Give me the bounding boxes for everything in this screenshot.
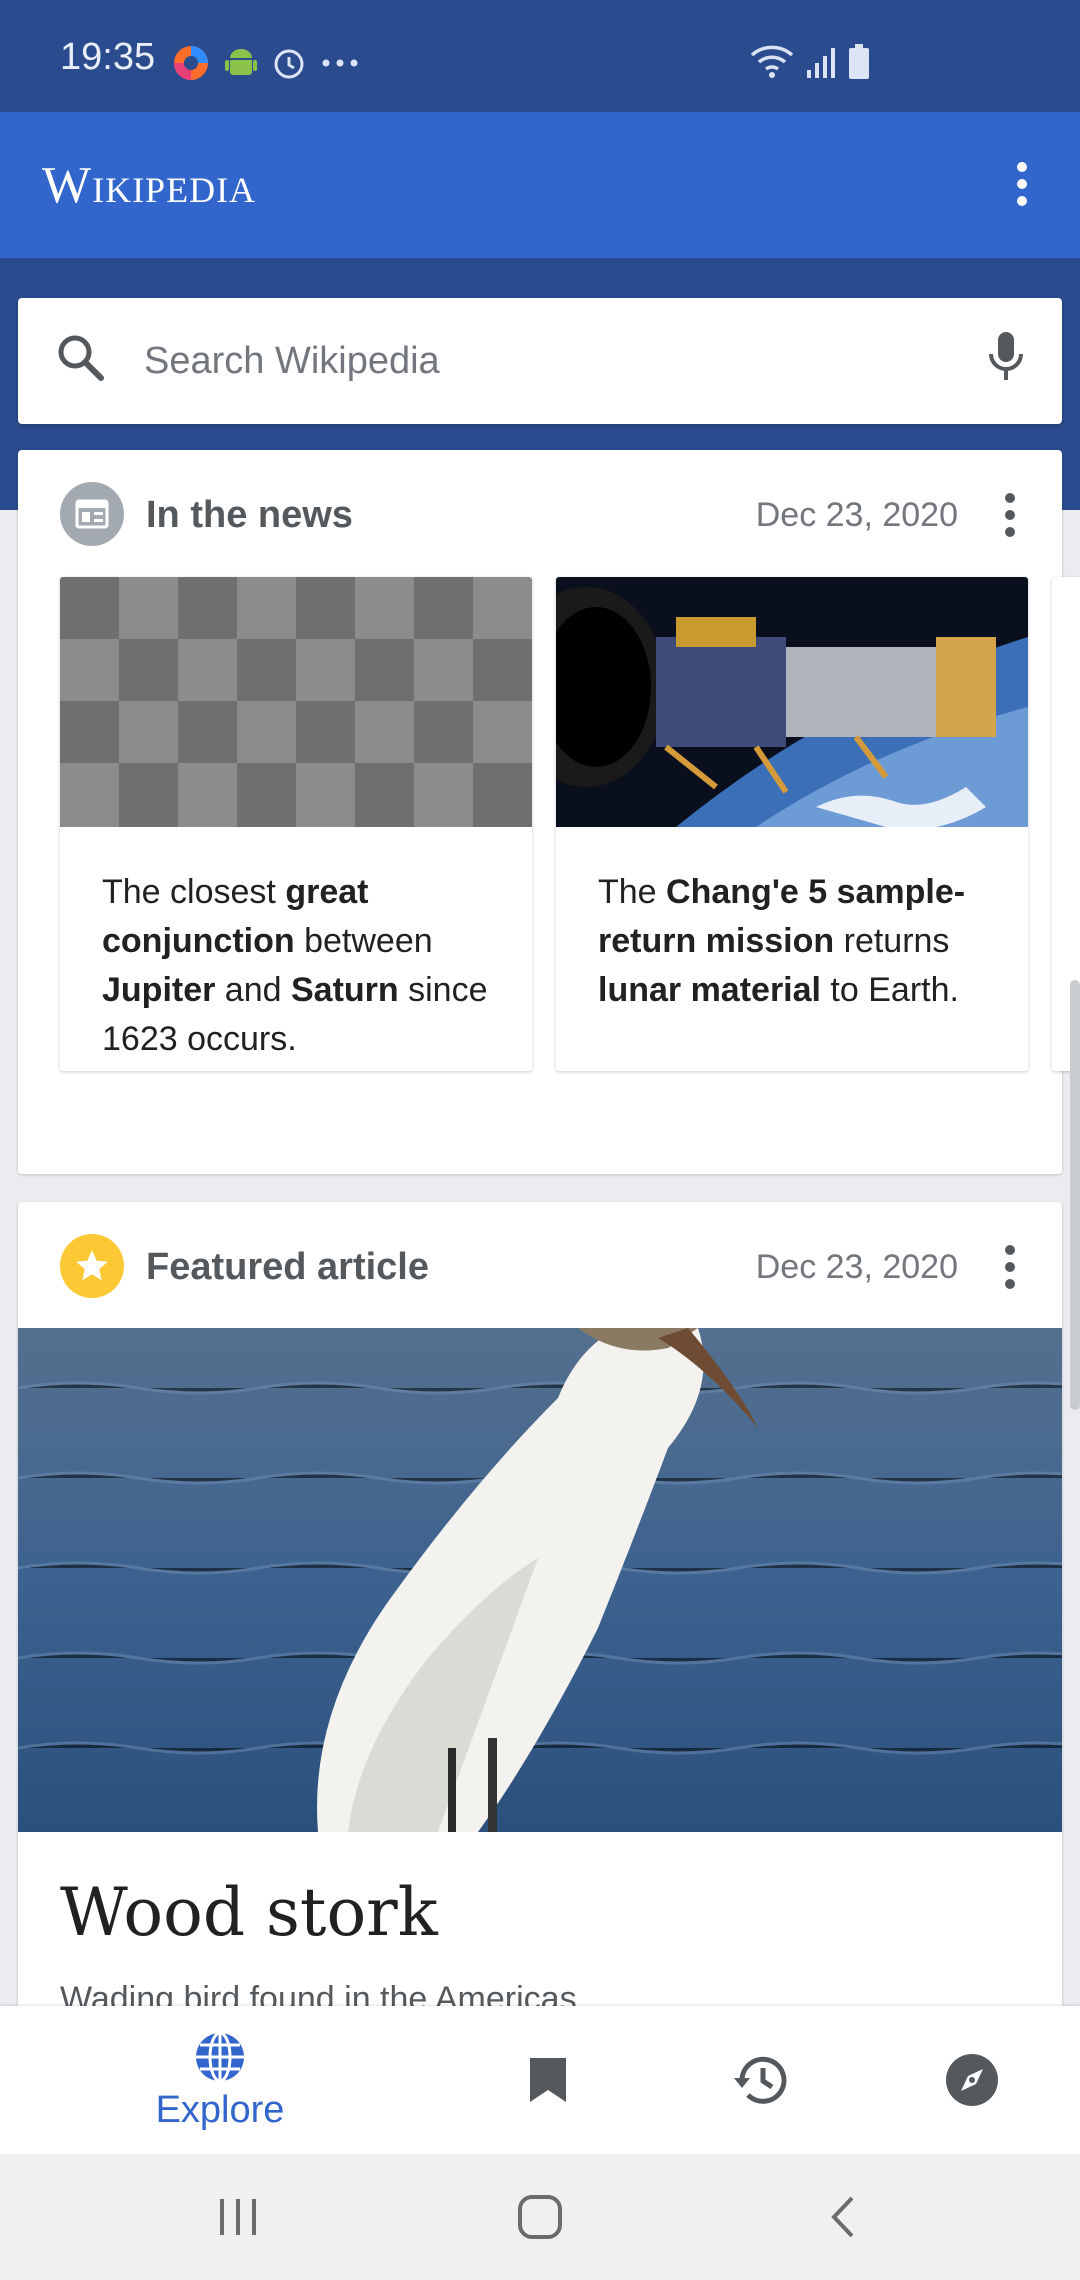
news-image-placeholder: [60, 577, 532, 827]
recent-apps-icon: [220, 2199, 256, 2235]
more-vert-icon: [1005, 493, 1015, 537]
news-link[interactable]: Jupiter: [102, 971, 215, 1009]
search-input[interactable]: Search Wikipedia: [144, 340, 440, 383]
system-navigation-bar: [0, 2154, 1080, 2280]
back-icon: [831, 2196, 854, 2238]
news-item[interactable]: The Chang'e 5 sample-return mission retu…: [556, 577, 1028, 1071]
compass-icon: [946, 2054, 998, 2106]
wikipedia-wordmark: Wikipedia: [42, 157, 257, 214]
news-icon: [60, 482, 124, 546]
scrollbar[interactable]: [1070, 980, 1080, 1410]
history-icon: [734, 2056, 787, 2104]
nav-explore[interactable]: Explore: [110, 2006, 330, 2154]
news-item-text: The Chang'e 5 sample-return mission retu…: [598, 873, 966, 1009]
featured-article-image: [18, 1328, 1062, 1832]
globe-icon: [196, 2031, 244, 2082]
system-status-icons: [750, 44, 870, 80]
nav-history[interactable]: [710, 2006, 810, 2154]
back-button[interactable]: [783, 2154, 903, 2280]
nav-saved[interactable]: [498, 2006, 598, 2154]
more-notifications-icon: [322, 59, 358, 67]
featured-article-title[interactable]: Wood stork: [60, 1874, 438, 1951]
news-link[interactable]: Saturn: [291, 971, 399, 1009]
more-vert-icon: [1017, 162, 1027, 206]
news-card-menu-button[interactable]: [986, 488, 1034, 542]
android-icon: [225, 49, 257, 75]
overflow-menu-button[interactable]: [992, 152, 1052, 216]
home-button[interactable]: [480, 2154, 600, 2280]
news-image: [556, 577, 1028, 830]
browser-notification-icon: [174, 46, 208, 80]
status-bar: 19:35: [0, 0, 1080, 112]
notification-icons: [172, 44, 360, 82]
news-link[interactable]: lunar material: [598, 971, 821, 1009]
news-item[interactable]: The closest great conjunction between Ju…: [60, 577, 532, 1071]
voice-search-icon[interactable]: [986, 330, 1026, 388]
home-icon: [518, 2195, 562, 2239]
in-the-news-card: In the news Dec 23, 2020 The closest gre…: [18, 450, 1080, 1174]
bookmark-icon: [530, 2058, 566, 2102]
nav-explore-label: Explore: [155, 2088, 285, 2131]
featured-card-date: Dec 23, 2020: [755, 1248, 958, 1286]
bottom-navigation: Explore: [0, 2006, 1080, 2154]
more-vert-icon: [1005, 1245, 1015, 1289]
app-bar: Wikipedia: [0, 112, 1080, 258]
wifi-icon: [750, 45, 794, 78]
news-item-text: The closest great conjunction between Ju…: [102, 873, 488, 1058]
signal-icon: [807, 48, 835, 78]
news-card-title: In the news: [146, 494, 353, 536]
recent-apps-button[interactable]: [178, 2154, 298, 2280]
search-bar[interactable]: Search Wikipedia: [18, 298, 1062, 424]
news-card-date: Dec 23, 2020: [755, 496, 958, 534]
nav-nearby[interactable]: [922, 2006, 1022, 2154]
featured-card-menu-button[interactable]: [986, 1240, 1034, 1294]
battery-icon: [849, 44, 869, 79]
search-icon: [58, 335, 104, 381]
star-icon: [60, 1234, 124, 1298]
status-time: 19:35: [60, 36, 156, 78]
featured-card-title: Featured article: [146, 1246, 429, 1288]
timer-icon: [274, 49, 304, 79]
